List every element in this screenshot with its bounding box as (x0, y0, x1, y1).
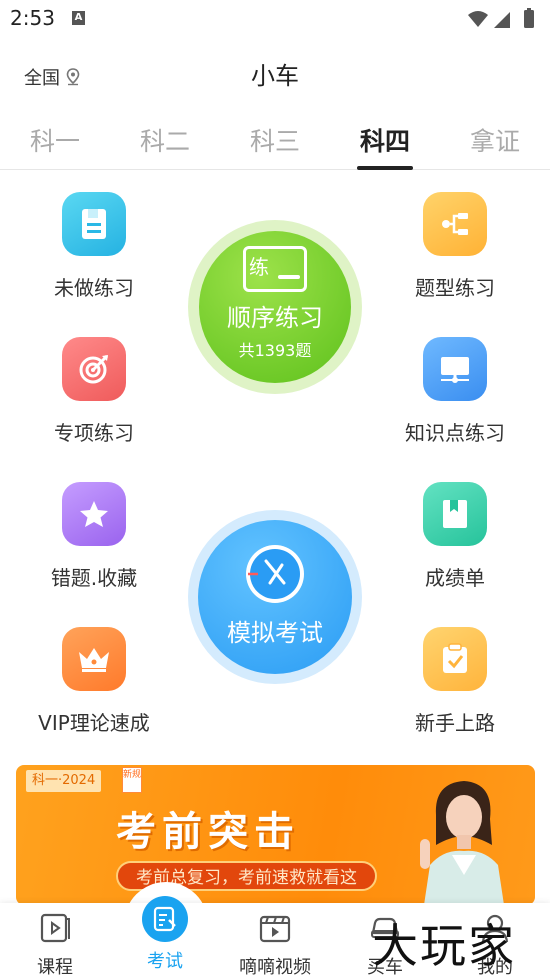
presenter-illustration (420, 781, 504, 905)
banner-headline: 考前突击 (116, 809, 300, 855)
status-time: 2:53 (10, 6, 55, 30)
tab-na-zheng[interactable]: 拿证 (445, 122, 545, 158)
score-report-button[interactable]: 成绩单 (375, 482, 535, 591)
sequential-practice-count: 共1393题 (238, 340, 312, 360)
battery-icon (524, 10, 534, 28)
special-practice-button[interactable]: 专项练习 (14, 337, 174, 446)
tab-label: 科三 (249, 127, 300, 156)
tab-ke-yi[interactable]: 科一 (5, 122, 105, 158)
system-status-icons (468, 8, 534, 28)
tab-ke-er[interactable]: 科二 (115, 122, 215, 158)
feature-label: 题型练习 (415, 276, 495, 300)
tab-label: 科一 (29, 127, 80, 156)
nav-exam[interactable]: 考试 (110, 896, 220, 979)
promo-banner[interactable]: 科一·2024 新规 考前突击 考前总复习，考前速救就看这 (16, 765, 535, 905)
tab-label: 科四 (359, 127, 410, 156)
mock-exam-title: 模拟考试 (227, 618, 323, 647)
feature-label: 错题.收藏 (50, 566, 138, 590)
subject-tabs: 科一 科二 科三 科四 拿证 (0, 112, 550, 170)
document-icon (62, 192, 126, 256)
active-tab-indicator (357, 166, 413, 170)
sequential-practice-title: 顺序练习 (227, 303, 323, 332)
nav-videos[interactable]: 嘀嘀视频 (220, 903, 330, 979)
tab-label: 科二 (139, 127, 190, 156)
target-icon (62, 337, 126, 401)
video-icon (259, 915, 291, 943)
nav-label: 嘀嘀视频 (239, 957, 311, 978)
newbie-guide-button[interactable]: 新手上路 (375, 627, 535, 736)
header: 全国 小车 (0, 50, 550, 100)
nav-label: 考试 (147, 951, 183, 972)
watermark-text: 大玩家 (372, 919, 516, 973)
tab-ke-si[interactable]: 科四 (335, 122, 435, 170)
knowledge-point-practice-button[interactable]: 知识点练习 (375, 337, 535, 446)
stopwatch-icon (246, 544, 304, 603)
mock-exam-button[interactable]: 模拟考试 (198, 520, 352, 674)
feature-label: 新手上路 (415, 711, 495, 735)
practice-badge-text: 练 (249, 254, 269, 279)
sequential-practice-button[interactable]: 练 顺序练习 共1393题 (199, 231, 351, 383)
signal-icon (494, 12, 510, 28)
play-book-icon (40, 913, 70, 943)
exam-icon (142, 896, 188, 942)
tab-ke-san[interactable]: 科三 (225, 122, 325, 158)
nav-courses[interactable]: 课程 (0, 903, 110, 979)
status-bar: 2:53 A (0, 0, 550, 38)
feature-label: 成绩单 (425, 566, 485, 590)
star-icon (62, 482, 126, 546)
banner-subject-tag: 科一·2024 (26, 770, 102, 792)
banner-new-rule-tag: 新规 (122, 767, 142, 793)
exam-page: 2:53 A 全国 小车 科一 科二 科三 科四 拿证 未做练习 专项练习 错题… (0, 0, 550, 979)
crown-icon (62, 627, 126, 691)
checklist-icon (423, 627, 487, 691)
unanswered-practice-button[interactable]: 未做练习 (14, 192, 174, 301)
wifi-icon (468, 11, 488, 27)
nav-label: 课程 (37, 957, 73, 978)
feature-label: 专项练习 (54, 421, 134, 445)
question-type-practice-button[interactable]: 题型练习 (375, 192, 535, 301)
monitor-icon (423, 337, 487, 401)
practice-badge-icon: 练 (243, 245, 307, 292)
branch-icon (423, 192, 487, 256)
tab-label: 拿证 (469, 127, 520, 156)
page-title: 小车 (251, 62, 299, 90)
feature-label: VIP理论速成 (38, 711, 150, 735)
notification-a-icon: A (72, 11, 85, 25)
feature-label: 知识点练习 (405, 421, 505, 445)
book-icon (423, 482, 487, 546)
mistakes-favorites-button[interactable]: 错题.收藏 (14, 482, 174, 591)
vip-theory-button[interactable]: VIP理论速成 (14, 627, 174, 736)
feature-label: 未做练习 (54, 276, 134, 300)
